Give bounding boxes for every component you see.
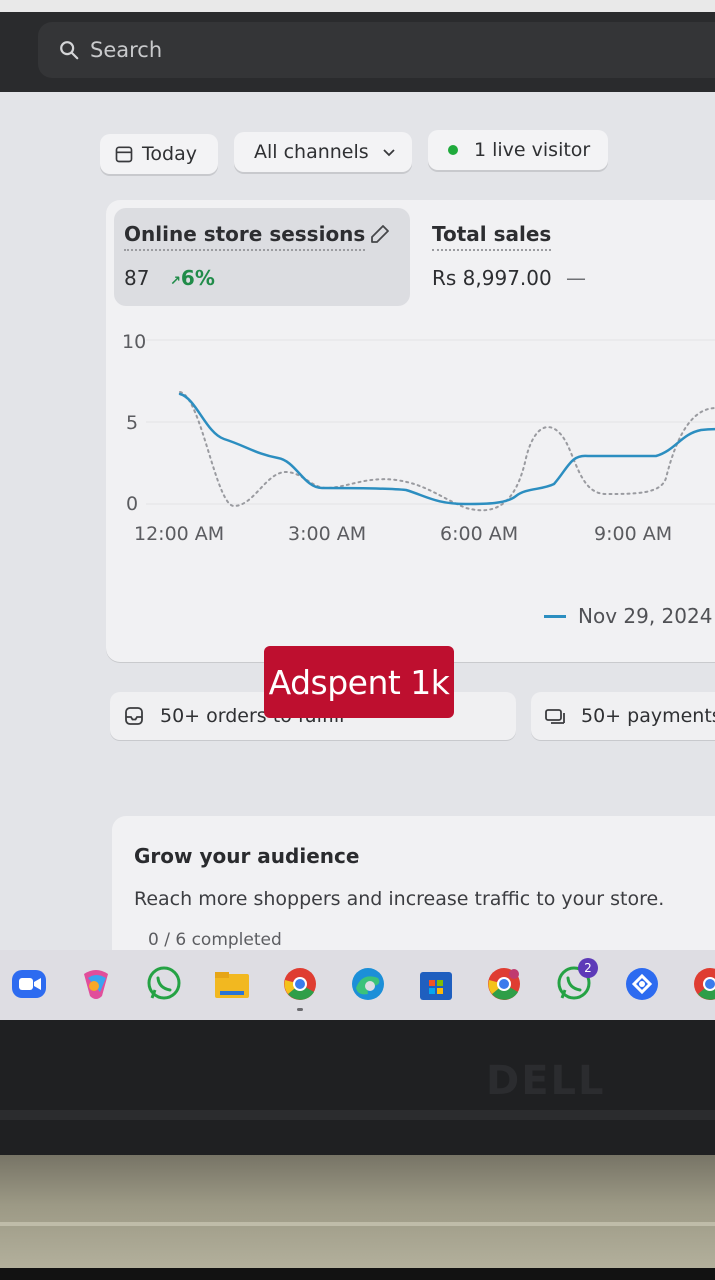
x-tick-3am: 3:00 AM: [288, 523, 366, 545]
file-explorer-icon[interactable]: [212, 964, 252, 1004]
grow-audience-description: Reach more shoppers and increase traffic…: [134, 888, 665, 910]
laptop-base: [0, 1155, 715, 1280]
sales-label[interactable]: Total sales: [432, 222, 552, 251]
sales-change: —: [566, 266, 586, 290]
payments-button[interactable]: 50+ payments: [531, 692, 715, 740]
metrics-card: Online store sessions 87 ↗6% Total sales…: [106, 200, 715, 662]
legend-swatch: [544, 614, 566, 618]
chart-grid: [146, 339, 715, 505]
channel-filter-dropdown[interactable]: All channels: [234, 132, 412, 172]
y-tick-0: 0: [126, 493, 138, 515]
payment-icon: [545, 709, 565, 724]
grow-audience-title: Grow your audience: [134, 844, 360, 868]
whatsapp-beta-icon[interactable]: 2: [554, 958, 598, 1004]
edge-icon[interactable]: [348, 964, 388, 1004]
chrome-profile-icon[interactable]: [484, 964, 524, 1004]
live-visitor-button[interactable]: 1 live visitor: [428, 130, 608, 170]
channel-filter-label: All channels: [254, 141, 369, 163]
sessions-chart: 10 5 0 12:00 AM 3:00 AM 6:00 AM 9:00 AM: [122, 331, 715, 545]
grow-audience-progress: 0 / 6 completed: [148, 930, 282, 950]
chrome-partial-icon[interactable]: [690, 964, 715, 1004]
sessions-label: Online store sessions: [124, 222, 366, 251]
active-app-indicator: [297, 1008, 303, 1011]
calendar-icon: [115, 146, 133, 163]
microsoft-store-icon[interactable]: [416, 964, 456, 1004]
top-bar: Search: [0, 0, 715, 96]
inbox-icon: [125, 707, 143, 725]
bezel-hinge: [0, 1110, 715, 1120]
x-tick-9am: 9:00 AM: [594, 523, 672, 545]
y-tick-5: 5: [126, 412, 138, 434]
date-filter-button[interactable]: Today: [100, 134, 218, 174]
chrome-remote-icon[interactable]: [622, 964, 662, 1004]
date-filter-label: Today: [142, 143, 197, 165]
chart-legend: Nov 29, 2024: [544, 604, 712, 628]
live-status-dot: [448, 145, 458, 155]
whatsapp-icon[interactable]: [144, 964, 184, 1004]
notification-badge: 2: [578, 958, 598, 978]
laptop-bezel: [0, 1020, 715, 1155]
sessions-value: 87: [124, 266, 150, 290]
chrome-icon[interactable]: [280, 964, 320, 1011]
sessions-change-value: 6%: [180, 266, 215, 290]
sales-value: Rs 8,997.00: [432, 266, 552, 290]
copilot-icon[interactable]: [76, 964, 116, 1004]
adspent-overlay: Adspent 1k: [264, 646, 454, 718]
search-icon: [60, 41, 79, 60]
zoom-icon[interactable]: [10, 964, 50, 1004]
trend-up-icon: ↗: [170, 274, 181, 289]
pencil-icon[interactable]: [368, 222, 392, 246]
analytics-screen: Today All channels 1 live visitor Online…: [0, 92, 715, 950]
x-tick-6am: 6:00 AM: [440, 523, 518, 545]
live-visitor-label: 1 live visitor: [474, 139, 591, 161]
legend-label: Nov 29, 2024: [578, 604, 713, 628]
dell-logo: DELL: [486, 1058, 606, 1104]
grow-audience-card: Grow your audience Reach more shoppers a…: [112, 816, 715, 950]
chevron-down-icon: [383, 149, 395, 157]
search-input[interactable]: Search: [38, 22, 715, 78]
series-previous-line: [179, 391, 715, 512]
bottom-edge: [0, 1268, 715, 1280]
sessions-change: ↗6%: [170, 266, 215, 290]
laptop-base-edge: [0, 1222, 715, 1226]
payments-label: 50+ payments: [581, 705, 715, 727]
taskbar: 2: [0, 950, 715, 1020]
search-placeholder: Search: [90, 38, 163, 62]
x-tick-12am: 12:00 AM: [134, 523, 224, 545]
y-tick-10: 10: [122, 331, 146, 353]
